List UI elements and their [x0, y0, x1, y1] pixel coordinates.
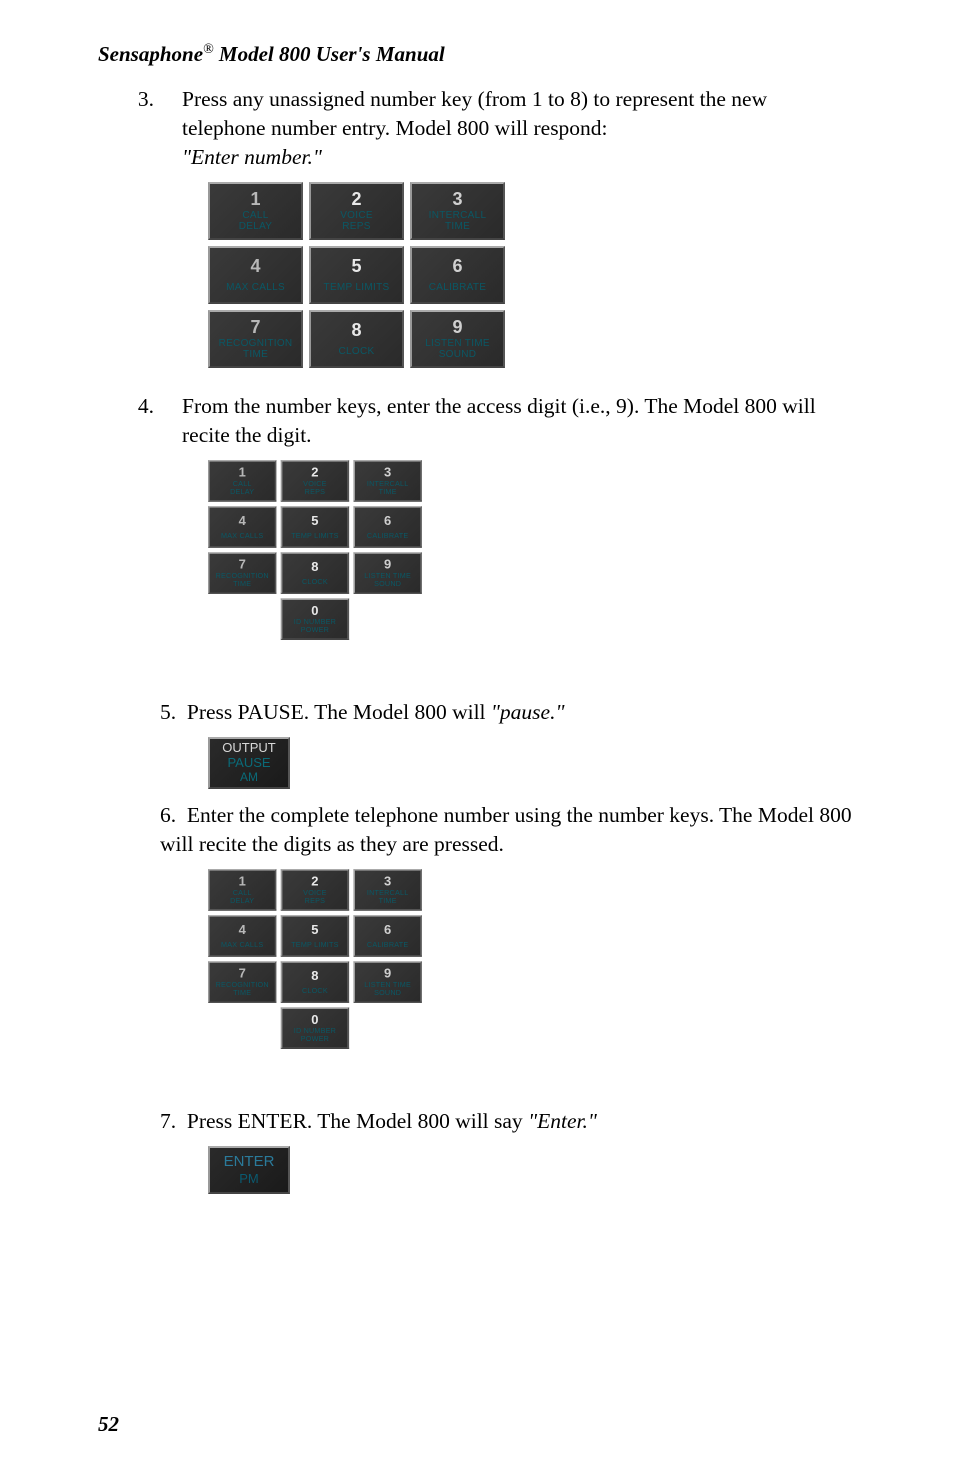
- enter-key: ENTER PM: [208, 1146, 290, 1194]
- step-5: 5. Press PAUSE. The Model 800 will "paus…: [98, 698, 856, 727]
- key-7-s1: 7RECOGNITIONTIME: [208, 552, 276, 594]
- step-3-number: 3.: [98, 85, 182, 172]
- key-4: 4 MAX CALLS: [208, 246, 303, 304]
- step-3-text: Press any unassigned number key (from 1 …: [182, 85, 856, 172]
- key-5: 5 TEMP LIMITS: [309, 246, 404, 304]
- key-3: 3 INTERCALL TIME: [410, 182, 505, 240]
- pause-key: OUTPUT PAUSE AM: [208, 737, 290, 789]
- step-6: 6. Enter the complete telephone number u…: [98, 801, 856, 859]
- step-5-quote: "pause.": [491, 700, 565, 724]
- keypad-small-1: 1CALLDELAY 2VOICEREPS 3INTERCALLTIME 4MA…: [208, 460, 675, 640]
- key-8-s1: 8CLOCK: [281, 552, 349, 594]
- step-6-text: Enter the complete telephone number usin…: [160, 803, 852, 856]
- key-5-s1: 5TEMP LIMITS: [281, 506, 349, 548]
- key-7: 7 RECOGNITION TIME: [208, 310, 303, 368]
- step-7-text: Press ENTER. The Model 800 will say: [187, 1109, 528, 1133]
- step-7-number: 7.: [160, 1109, 176, 1133]
- key-6: 6 CALIBRATE: [410, 246, 505, 304]
- key-4-s1: 4MAX CALLS: [208, 506, 276, 548]
- key-6-s2: 6CALIBRATE: [353, 915, 421, 957]
- manual-title: Model 800 User's Manual: [219, 42, 445, 66]
- key-9-s2: 9LISTEN TIMESOUND: [353, 961, 421, 1003]
- step-3: 3. Press any unassigned number key (from…: [98, 85, 856, 172]
- step-4-text: From the number keys, enter the access d…: [182, 392, 856, 450]
- keypad-small-2: 1CALLDELAY 2VOICEREPS 3INTERCALLTIME 4MA…: [208, 869, 675, 1049]
- key-8-s2: 8CLOCK: [281, 961, 349, 1003]
- key-3-s1: 3INTERCALLTIME: [353, 460, 421, 502]
- key-2-s1: 2VOICEREPS: [281, 460, 349, 502]
- key-1-s1: 1CALLDELAY: [208, 460, 276, 502]
- step-4-number: 4.: [98, 392, 182, 450]
- step-5-text: Press PAUSE. The Model 800 will: [187, 700, 491, 724]
- key-1: 1 CALL DELAY: [208, 182, 303, 240]
- key-3-s2: 3INTERCALLTIME: [353, 869, 421, 911]
- page-number: 52: [98, 1412, 119, 1437]
- key-9: 9 LISTEN TIME SOUND: [410, 310, 505, 368]
- step-6-number: 6.: [160, 803, 176, 827]
- key-0-s1: 0ID NUMBERPOWER: [281, 598, 349, 640]
- key-2: 2 VOICE REPS: [309, 182, 404, 240]
- key-6-s1: 6CALIBRATE: [353, 506, 421, 548]
- key-2-s2: 2VOICEREPS: [281, 869, 349, 911]
- key-5-s2: 5TEMP LIMITS: [281, 915, 349, 957]
- key-1-s2: 1CALLDELAY: [208, 869, 276, 911]
- step-4: 4. From the number keys, enter the acces…: [98, 392, 856, 450]
- key-4-s2: 4MAX CALLS: [208, 915, 276, 957]
- key-0-s2: 0ID NUMBERPOWER: [281, 1007, 349, 1049]
- keypad-large: 1 CALL DELAY 2 VOICE REPS 3 INTERCALL TI…: [208, 182, 856, 368]
- key-8: 8 CLOCK: [309, 310, 404, 368]
- page-header: Sensaphone® Model 800 User's Manual: [98, 42, 856, 67]
- step-3-quote: "Enter number.": [182, 145, 322, 169]
- step-5-number: 5.: [160, 700, 176, 724]
- brand-name: Sensaphone: [98, 42, 203, 66]
- key-9-s1: 9LISTEN TIMESOUND: [353, 552, 421, 594]
- registered-mark: ®: [203, 42, 214, 57]
- step-7-quote: "Enter.": [528, 1109, 597, 1133]
- step-7: 7. Press ENTER. The Model 800 will say "…: [98, 1107, 856, 1136]
- key-7-s2: 7RECOGNITIONTIME: [208, 961, 276, 1003]
